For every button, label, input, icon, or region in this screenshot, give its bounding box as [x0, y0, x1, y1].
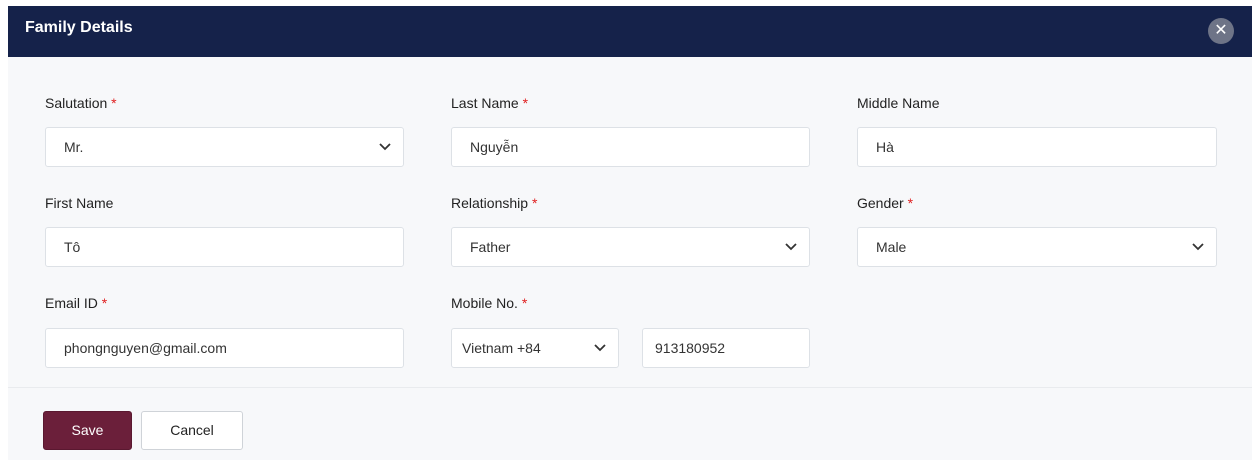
dialog-title: Family Details — [25, 19, 133, 36]
first-name-input[interactable]: Tô — [45, 227, 404, 267]
salutation-select[interactable]: Mr. — [45, 127, 404, 167]
close-icon: ✕ — [1214, 22, 1228, 39]
relationship-value: Father — [470, 239, 511, 255]
mobile-label: Mobile No. * — [451, 295, 528, 311]
middle-name-value: Hà — [876, 139, 894, 155]
middle-name-label: Middle Name — [857, 95, 940, 111]
cancel-button[interactable]: Cancel — [141, 411, 243, 450]
first-name-value: Tô — [64, 239, 81, 255]
last-name-input[interactable]: Nguyễn — [451, 127, 810, 167]
country-code-select[interactable]: Vietnam +84 — [451, 328, 619, 368]
chevron-down-icon — [785, 243, 797, 251]
last-name-label: Last Name * — [451, 95, 529, 111]
family-details-dialog: Family Details ✕ Salutation * Mr. Last N… — [8, 6, 1252, 460]
last-name-value: Nguyễn — [470, 139, 519, 155]
required-marker: * — [521, 295, 528, 311]
save-button[interactable]: Save — [43, 411, 132, 450]
salutation-label: Salutation * — [45, 95, 117, 111]
required-marker: * — [907, 195, 914, 211]
footer-divider — [8, 387, 1252, 388]
required-marker: * — [111, 95, 117, 111]
mobile-number-value: 913180952 — [655, 340, 726, 356]
country-code-value: Vietnam +84 — [462, 340, 541, 356]
gender-value: Male — [876, 239, 907, 255]
mobile-number-input[interactable]: 913180952 — [642, 328, 810, 368]
chevron-down-icon — [379, 143, 391, 151]
middle-name-input[interactable]: Hà — [857, 127, 1217, 167]
chevron-down-icon — [594, 344, 606, 352]
email-input[interactable]: phongnguyen@gmail.com — [45, 328, 404, 368]
close-button[interactable]: ✕ — [1208, 18, 1234, 44]
gender-select[interactable]: Male — [857, 227, 1217, 267]
dialog-header: Family Details ✕ — [8, 6, 1252, 57]
salutation-value: Mr. — [64, 139, 84, 155]
email-label: Email ID * — [45, 295, 108, 311]
required-marker: * — [101, 295, 108, 311]
required-marker: * — [522, 95, 529, 111]
email-value: phongnguyen@gmail.com — [64, 340, 227, 356]
relationship-label: Relationship * — [451, 195, 538, 211]
chevron-down-icon — [1192, 243, 1204, 251]
gender-label: Gender * — [857, 195, 914, 211]
first-name-label: First Name — [45, 195, 114, 211]
relationship-select[interactable]: Father — [451, 227, 810, 267]
required-marker: * — [531, 195, 538, 211]
